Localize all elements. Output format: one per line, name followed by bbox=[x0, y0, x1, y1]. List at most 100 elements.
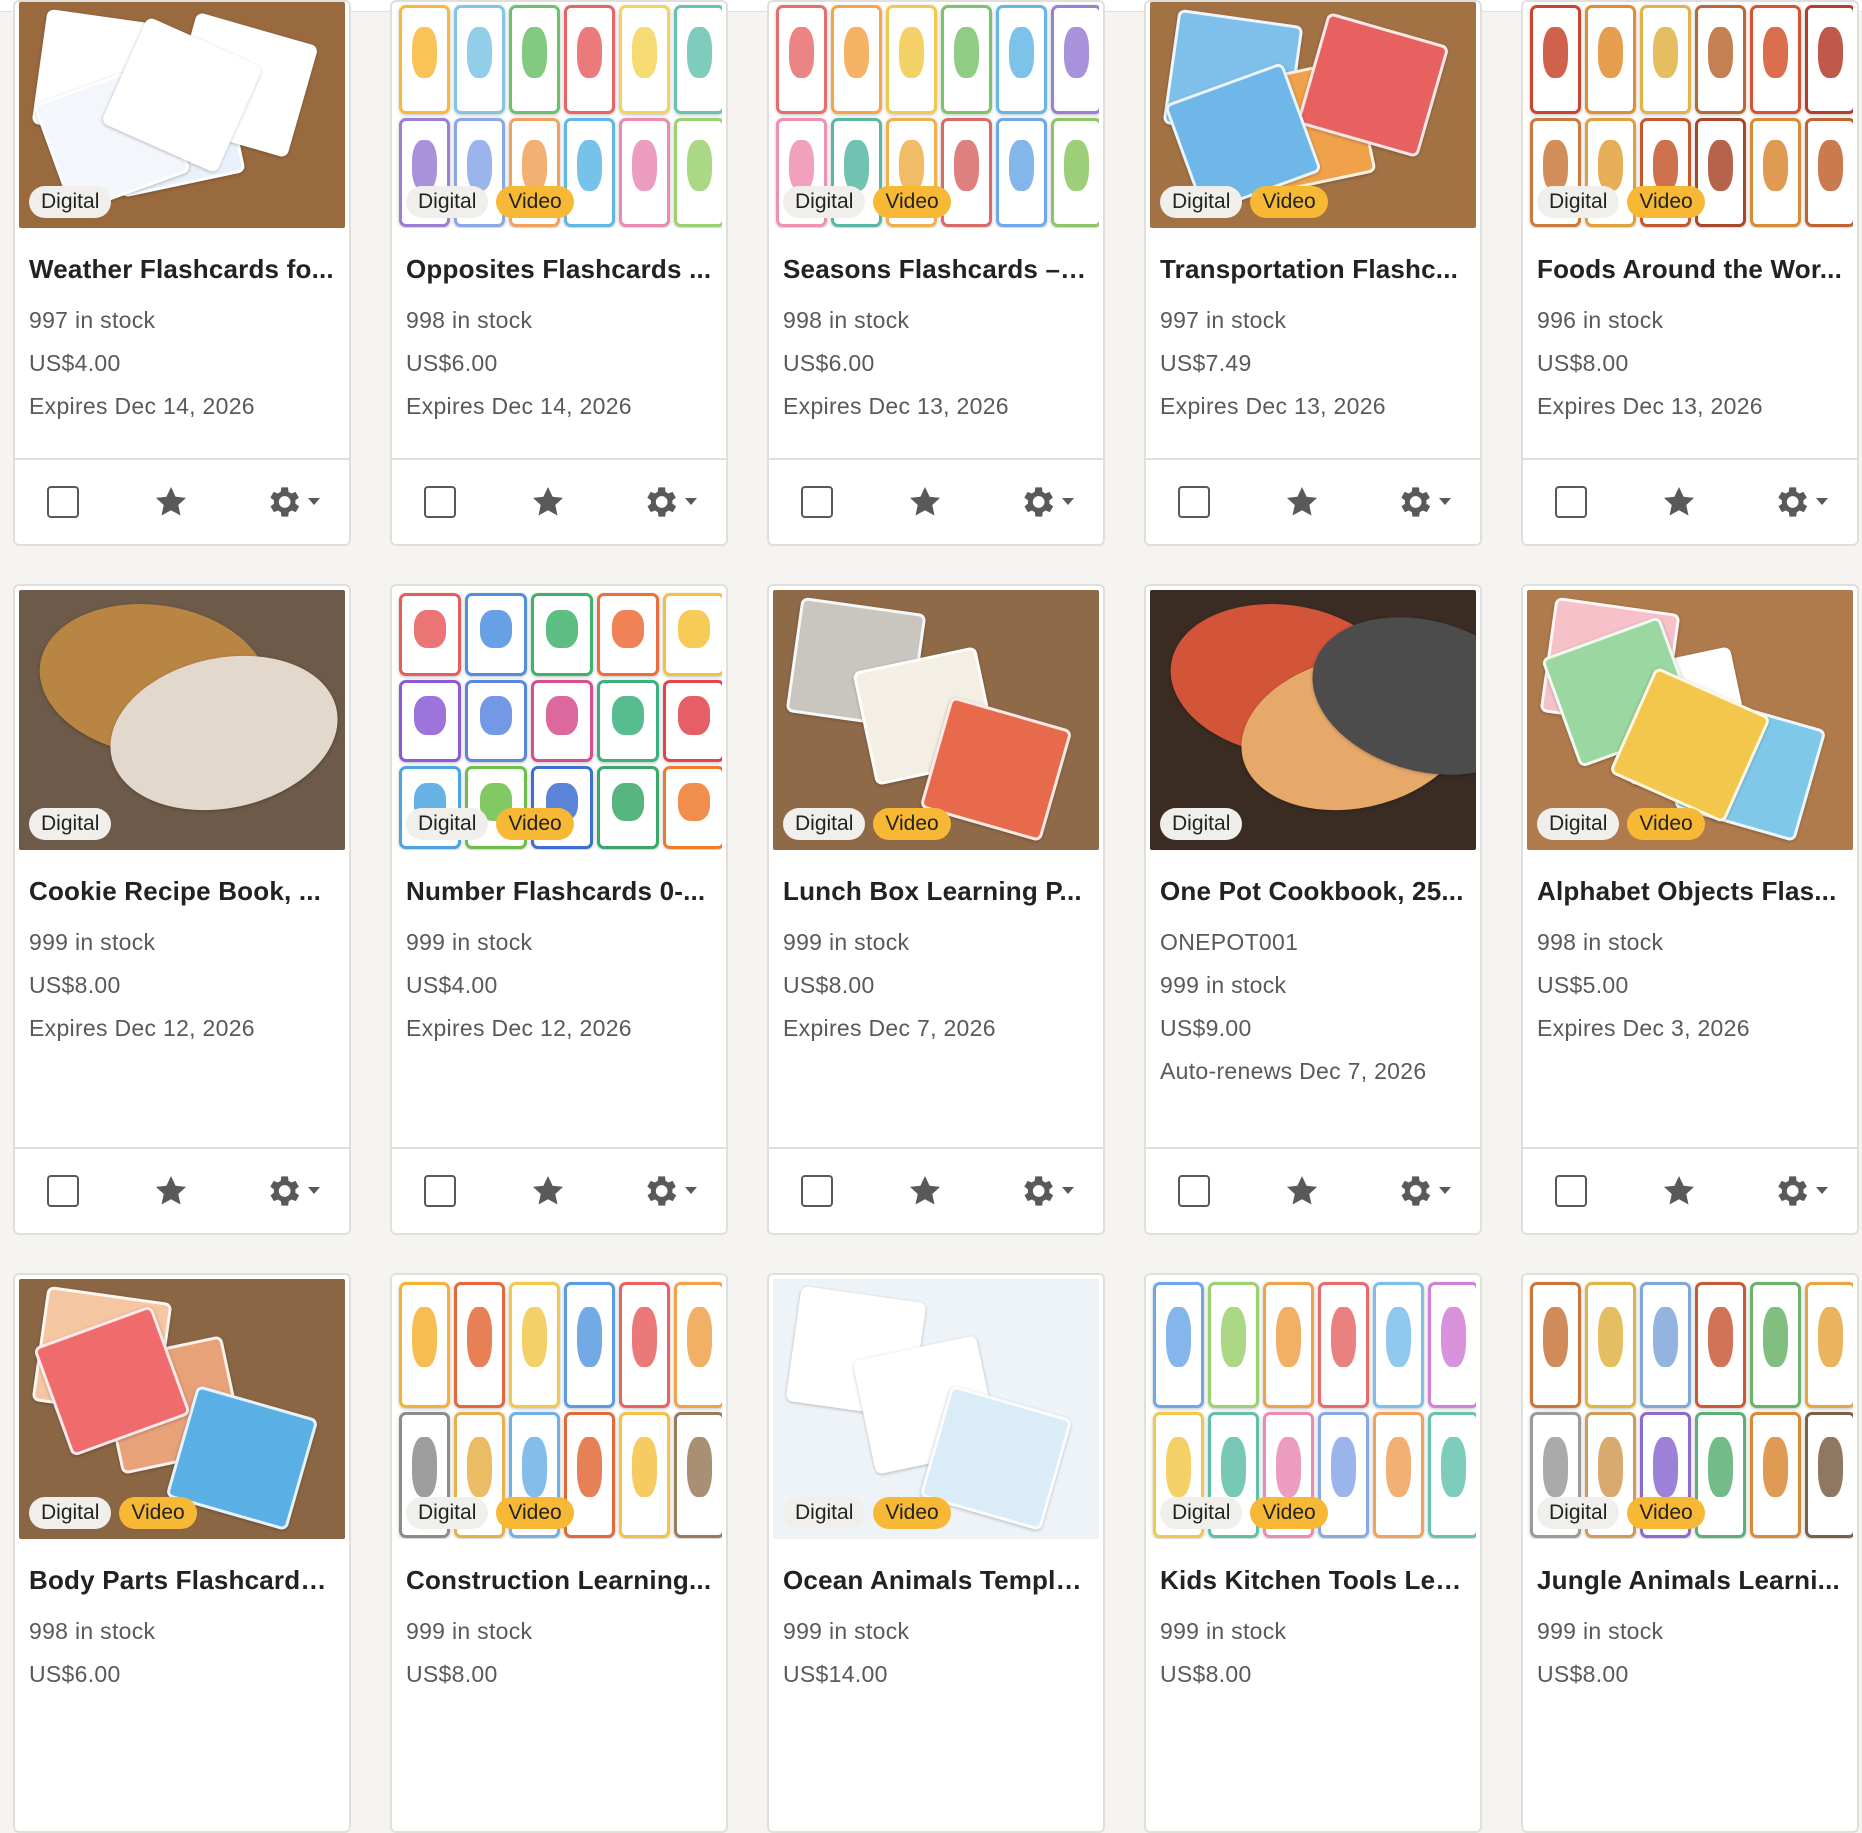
listing-detail-line: 999 in stock bbox=[29, 929, 156, 955]
listing-card[interactable]: Digital Video Construction Learning... 999 … bbox=[390, 1273, 728, 1833]
listing-card[interactable]: Digital Video Body Parts Flashcards... 998 … bbox=[13, 1273, 351, 1833]
chevron-down-icon bbox=[684, 493, 698, 511]
digital-badge: Digital bbox=[1537, 808, 1620, 840]
chevron-down-icon bbox=[1815, 1182, 1829, 1200]
listing-card[interactable]: Digital Weather Flashcards fo... 997 in st… bbox=[13, 0, 351, 546]
digital-badge: Digital bbox=[783, 186, 866, 218]
listing-title-link[interactable]: Ocean Animals Templa... bbox=[783, 1565, 1089, 1596]
settings-menu-button[interactable] bbox=[263, 482, 321, 522]
star-icon[interactable] bbox=[1660, 483, 1698, 521]
select-checkbox[interactable] bbox=[1178, 486, 1210, 518]
listing-thumbnail[interactable]: Digital Video bbox=[1527, 2, 1853, 228]
digital-badge: Digital bbox=[406, 808, 489, 840]
settings-menu-button[interactable] bbox=[1771, 482, 1829, 522]
gear-icon bbox=[1394, 482, 1434, 522]
select-checkbox[interactable] bbox=[1555, 486, 1587, 518]
listing-thumbnail[interactable]: Digital Video bbox=[396, 1279, 722, 1539]
listing-title-link[interactable]: Alphabet Objects Flas... bbox=[1537, 876, 1843, 907]
listing-detail-line: 998 in stock bbox=[29, 1618, 156, 1644]
listing-thumbnail[interactable]: Digital Video bbox=[1150, 2, 1476, 228]
listing-card[interactable]: Digital Video Transportation Flashc... 997 … bbox=[1144, 0, 1482, 546]
settings-menu-button[interactable] bbox=[263, 1171, 321, 1211]
star-icon[interactable] bbox=[906, 483, 944, 521]
listing-thumbnail[interactable]: Digital Video bbox=[396, 2, 722, 228]
listing-detail-line: 999 in stock bbox=[783, 929, 910, 955]
digital-badge: Digital bbox=[783, 808, 866, 840]
star-icon[interactable] bbox=[1660, 1172, 1698, 1210]
listing-title-link[interactable]: Weather Flashcards fo... bbox=[29, 254, 335, 285]
select-checkbox[interactable] bbox=[801, 1175, 833, 1207]
listing-thumbnail[interactable]: Digital bbox=[19, 590, 345, 850]
settings-menu-button[interactable] bbox=[1771, 1171, 1829, 1211]
listing-title-link[interactable]: Cookie Recipe Book, ... bbox=[29, 876, 335, 907]
listing-title-link[interactable]: Transportation Flashc... bbox=[1160, 254, 1466, 285]
select-checkbox[interactable] bbox=[1555, 1175, 1587, 1207]
listing-title-link[interactable]: Opposites Flashcards ... bbox=[406, 254, 712, 285]
listing-title-link[interactable]: Number Flashcards 0-... bbox=[406, 876, 712, 907]
listing-card[interactable]: Digital Cookie Recipe Book, ... 999 in sto… bbox=[13, 584, 351, 1235]
listing-card[interactable]: Digital One Pot Cookbook, 25... ONEPOT001 9… bbox=[1144, 584, 1482, 1235]
settings-menu-button[interactable] bbox=[640, 1171, 698, 1211]
select-checkbox[interactable] bbox=[47, 1175, 79, 1207]
star-icon[interactable] bbox=[152, 483, 190, 521]
listing-card[interactable]: Digital Video Jungle Animals Learni... 999 … bbox=[1521, 1273, 1859, 1833]
listing-thumbnail[interactable]: Digital bbox=[1150, 590, 1476, 850]
select-checkbox[interactable] bbox=[801, 486, 833, 518]
listing-badges: Digital bbox=[29, 808, 112, 840]
listing-detail-line: Expires Dec 12, 2026 bbox=[29, 1015, 255, 1041]
star-icon[interactable] bbox=[906, 1172, 944, 1210]
star-icon[interactable] bbox=[152, 1172, 190, 1210]
listing-detail-line: Expires Dec 3, 2026 bbox=[1537, 1015, 1750, 1041]
select-checkbox[interactable] bbox=[424, 1175, 456, 1207]
listing-thumbnail[interactable]: Digital Video bbox=[773, 1279, 1099, 1539]
listing-title-link[interactable]: Body Parts Flashcards... bbox=[29, 1565, 335, 1596]
listing-title-link[interactable]: Construction Learning... bbox=[406, 1565, 712, 1596]
listing-title-link[interactable]: Lunch Box Learning P... bbox=[783, 876, 1089, 907]
listing-title-link[interactable]: Foods Around the Wor... bbox=[1537, 254, 1843, 285]
listing-thumbnail[interactable]: Digital Video bbox=[396, 590, 722, 850]
select-checkbox[interactable] bbox=[1178, 1175, 1210, 1207]
listing-thumbnail[interactable]: Digital Video bbox=[773, 2, 1099, 228]
listing-badges: Digital Video bbox=[1537, 1497, 1705, 1529]
listing-thumbnail[interactable]: Digital Video bbox=[1527, 1279, 1853, 1539]
settings-menu-button[interactable] bbox=[1017, 482, 1075, 522]
listing-actions-bar bbox=[15, 1147, 349, 1233]
listing-thumbnail[interactable]: Digital Video bbox=[1150, 1279, 1476, 1539]
settings-menu-button[interactable] bbox=[1017, 1171, 1075, 1211]
listing-card[interactable]: Digital Video Number Flashcards 0-... 999 i… bbox=[390, 584, 728, 1235]
star-icon[interactable] bbox=[529, 483, 567, 521]
gear-icon bbox=[1771, 1171, 1811, 1211]
select-checkbox[interactable] bbox=[424, 486, 456, 518]
video-badge: Video bbox=[873, 1497, 951, 1529]
listing-detail-line: 999 in stock bbox=[1160, 972, 1287, 998]
listing-card[interactable]: Digital Video Kids Kitchen Tools Lea... 999… bbox=[1144, 1273, 1482, 1833]
listing-card[interactable]: Digital Video Lunch Box Learning P... 999 i… bbox=[767, 584, 1105, 1235]
listing-card[interactable]: Digital Video Foods Around the Wor... 996 i… bbox=[1521, 0, 1859, 546]
chevron-down-icon bbox=[307, 493, 321, 511]
digital-badge: Digital bbox=[1537, 186, 1620, 218]
listing-thumbnail[interactable]: Digital bbox=[19, 2, 345, 228]
listing-thumbnail[interactable]: Digital Video bbox=[773, 590, 1099, 850]
listing-thumbnail[interactable]: Digital Video bbox=[19, 1279, 345, 1539]
listing-card[interactable]: Digital Video Alphabet Objects Flas... 998 … bbox=[1521, 584, 1859, 1235]
listing-card[interactable]: Digital Video Ocean Animals Templa... 999 i… bbox=[767, 1273, 1105, 1833]
settings-menu-button[interactable] bbox=[1394, 1171, 1452, 1211]
star-icon[interactable] bbox=[1283, 483, 1321, 521]
listing-actions-bar bbox=[15, 458, 349, 544]
listing-actions-bar bbox=[392, 458, 726, 544]
star-icon[interactable] bbox=[529, 1172, 567, 1210]
listing-card[interactable]: Digital Video Seasons Flashcards – ... 998 … bbox=[767, 0, 1105, 546]
star-icon[interactable] bbox=[1283, 1172, 1321, 1210]
settings-menu-button[interactable] bbox=[1394, 482, 1452, 522]
listing-card[interactable]: Digital Video Opposites Flashcards ... 998 … bbox=[390, 0, 728, 546]
listing-badges: Digital Video bbox=[783, 1497, 951, 1529]
listing-title-link[interactable]: Kids Kitchen Tools Lea... bbox=[1160, 1565, 1466, 1596]
video-badge: Video bbox=[1250, 1497, 1328, 1529]
listing-thumbnail[interactable]: Digital Video bbox=[1527, 590, 1853, 850]
settings-menu-button[interactable] bbox=[640, 482, 698, 522]
select-checkbox[interactable] bbox=[47, 486, 79, 518]
listing-detail-line: 999 in stock bbox=[406, 929, 533, 955]
listing-title-link[interactable]: Jungle Animals Learni... bbox=[1537, 1565, 1843, 1596]
listing-title-link[interactable]: Seasons Flashcards – ... bbox=[783, 254, 1089, 285]
listing-title-link[interactable]: One Pot Cookbook, 25... bbox=[1160, 876, 1466, 907]
